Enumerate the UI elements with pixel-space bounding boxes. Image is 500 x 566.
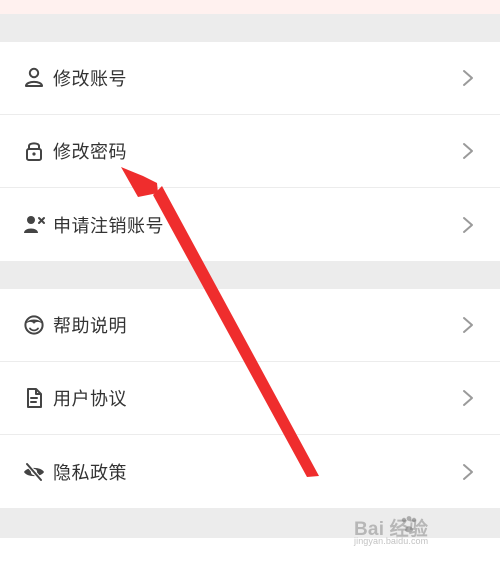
section-gap-top [0, 14, 500, 42]
edit-account-label: 修改账号 [53, 69, 127, 90]
change-password-label: 修改密码 [53, 142, 127, 163]
deactivate-account-label: 申请注销账号 [53, 215, 164, 237]
change-password-item[interactable]: 修改密码 [0, 115, 500, 188]
privacy-policy-label: 隐私政策 [53, 462, 127, 484]
deactivate-account-item[interactable]: 申请注销账号 [0, 188, 500, 261]
baidu-paw-icon [401, 516, 417, 533]
help-instructions-item[interactable]: 帮助说明 [0, 289, 500, 362]
chevron-right-icon [463, 143, 473, 159]
document-icon [22, 386, 46, 410]
section-gap-middle [0, 261, 500, 289]
eye-off-icon [22, 460, 46, 484]
top-strip [0, 0, 500, 14]
chevron-right-icon [463, 463, 473, 480]
help-instructions-label: 帮助说明 [53, 316, 127, 337]
chevron-right-icon [463, 216, 473, 233]
chevron-right-icon [463, 390, 473, 406]
baidu-jingyan-watermark: Bai 经验 jingyan.baidu.com [354, 514, 492, 558]
user-agreement-item[interactable]: 用户协议 [0, 362, 500, 435]
account-settings-group: 修改账号 修改密码 申请注销账号 [0, 42, 500, 261]
help-avatar-icon [22, 313, 46, 337]
user-icon [22, 66, 46, 90]
chevron-right-icon [463, 70, 473, 86]
privacy-policy-item[interactable]: 隐私政策 [0, 435, 500, 508]
watermark-sub-text: jingyan.baidu.com [354, 536, 429, 546]
chevron-right-icon [463, 317, 473, 333]
edit-account-item[interactable]: 修改账号 [0, 42, 500, 115]
help-group: 帮助说明 用户协议 隐私政策 [0, 289, 500, 508]
user-remove-icon [22, 213, 46, 237]
user-agreement-label: 用户协议 [53, 389, 127, 410]
lock-icon [22, 139, 46, 163]
